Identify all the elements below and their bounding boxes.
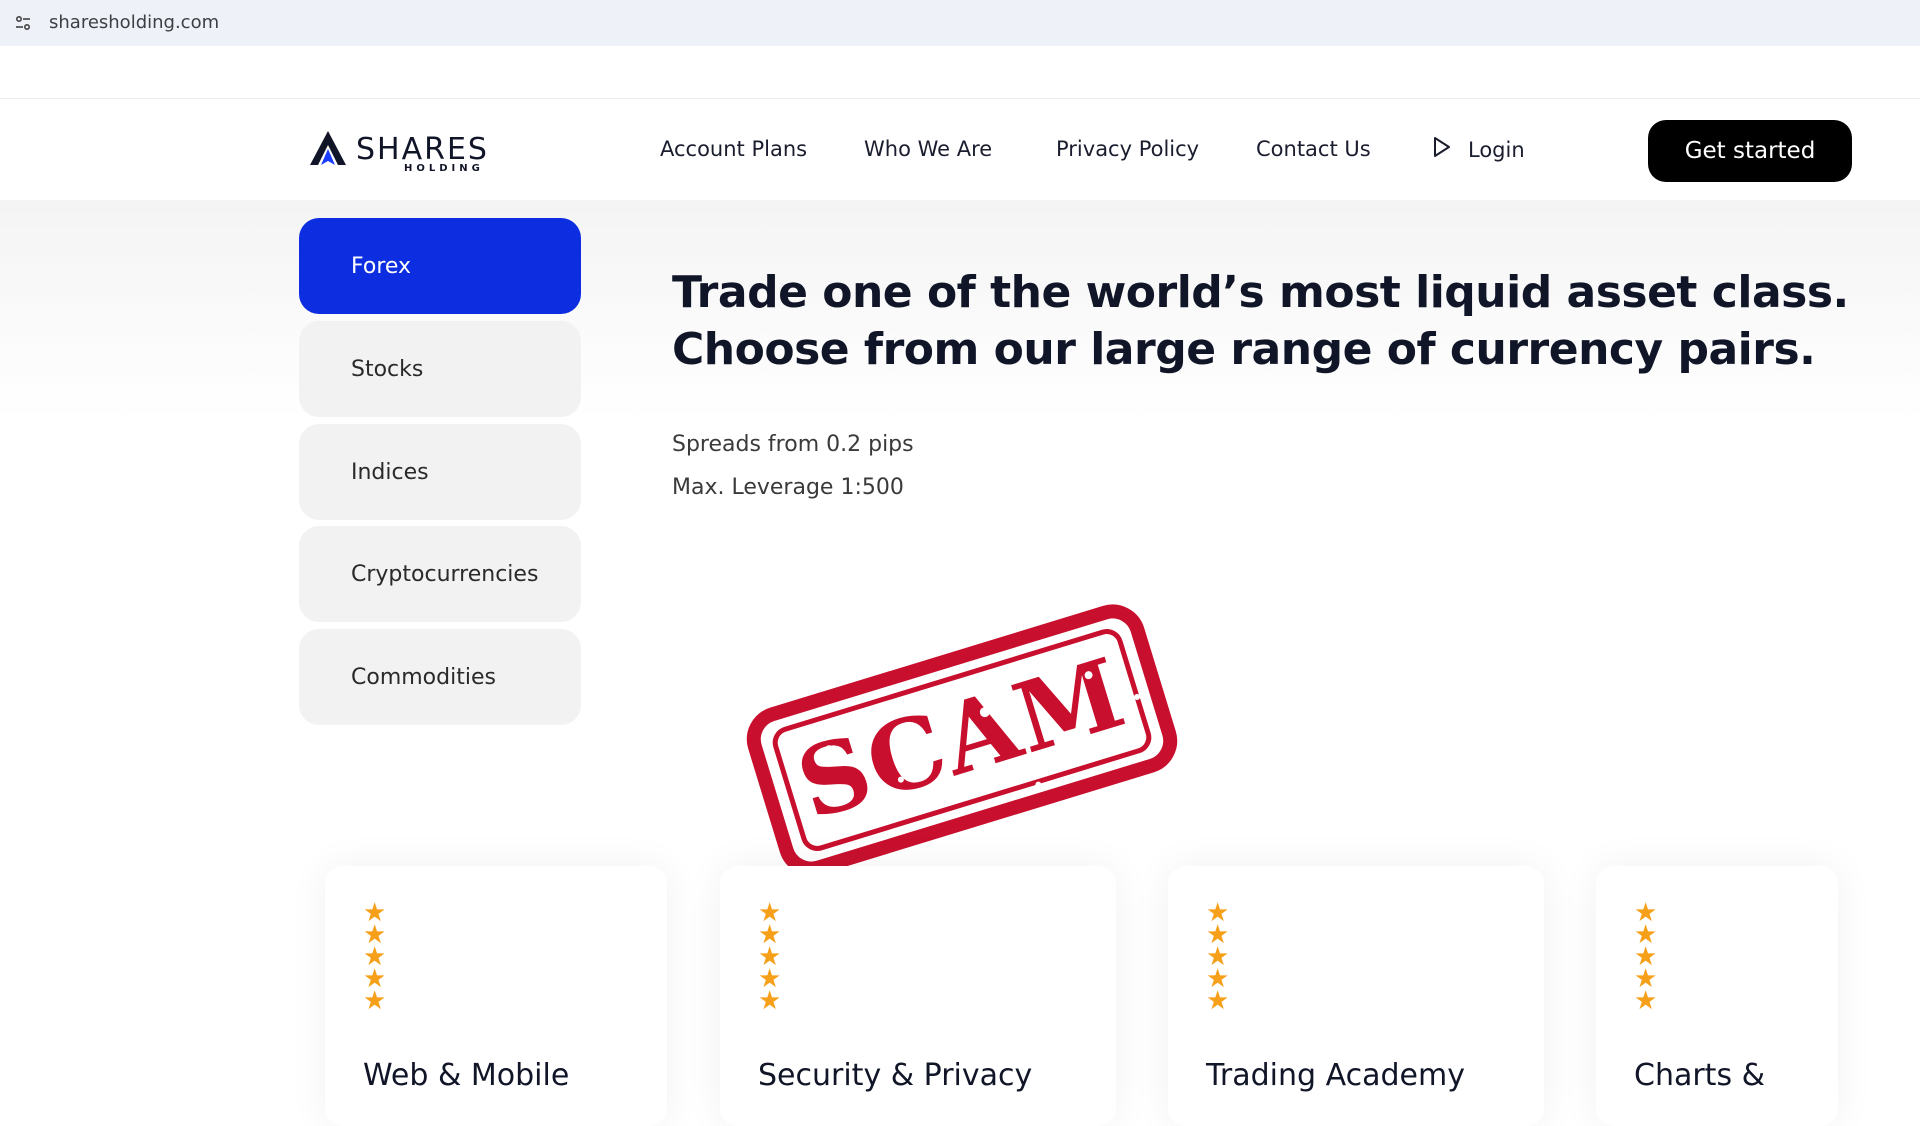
- play-outline-icon: [1432, 136, 1452, 163]
- rating-stars: ★ ★ ★ ★ ★: [1634, 900, 1658, 1016]
- svg-text:SHARES: SHARES: [356, 132, 489, 167]
- category-cryptocurrencies[interactable]: Cryptocurrencies: [299, 526, 581, 622]
- category-indices[interactable]: Indices: [299, 424, 581, 520]
- url-text[interactable]: sharesholding.com: [49, 12, 219, 33]
- nav-who-we-are[interactable]: Who We Are: [864, 137, 992, 161]
- rating-stars: ★ ★ ★ ★ ★: [758, 900, 782, 1016]
- tune-icon[interactable]: [10, 10, 36, 36]
- feature-card-security-privacy[interactable]: ★ ★ ★ ★ ★ Security & Privacy: [720, 866, 1116, 1126]
- card-title: Web & Mobile: [363, 1058, 570, 1093]
- leverage-detail: Max. Leverage 1:500: [672, 475, 904, 500]
- card-title: Trading Academy: [1206, 1058, 1465, 1093]
- login-label: Login: [1468, 137, 1525, 162]
- star-icon: ★: [363, 986, 387, 1016]
- login-link[interactable]: Login: [1432, 136, 1525, 163]
- rating-stars: ★ ★ ★ ★ ★: [1206, 900, 1230, 1016]
- rating-stars: ★ ★ ★ ★ ★: [363, 900, 387, 1016]
- svg-text:SCAM: SCAM: [785, 636, 1138, 842]
- category-commodities[interactable]: Commodities: [299, 629, 581, 725]
- spread-detail: Spreads from 0.2 pips: [672, 432, 914, 457]
- nav-privacy-policy[interactable]: Privacy Policy: [1056, 137, 1199, 161]
- site-header: SHARES HOLDING Account Plans Who We Are …: [0, 98, 1920, 200]
- star-icon: ★: [1634, 986, 1658, 1016]
- star-icon: ★: [758, 986, 782, 1016]
- nav-contact-us[interactable]: Contact Us: [1256, 137, 1371, 161]
- category-forex[interactable]: Forex: [299, 218, 581, 314]
- get-started-button[interactable]: Get started: [1648, 120, 1852, 182]
- browser-address-bar: sharesholding.com: [0, 0, 1920, 46]
- card-title: Security & Privacy: [758, 1058, 1033, 1093]
- site-logo[interactable]: SHARES HOLDING: [308, 125, 548, 174]
- nav-account-plans[interactable]: Account Plans: [660, 137, 807, 161]
- feature-card-web-mobile[interactable]: ★ ★ ★ ★ ★ Web & Mobile: [325, 866, 667, 1126]
- svg-text:HOLDING: HOLDING: [404, 163, 484, 173]
- category-stocks[interactable]: Stocks: [299, 321, 581, 417]
- card-title: Charts &: [1634, 1058, 1766, 1093]
- scam-stamp: SCAM: [742, 600, 1182, 880]
- feature-card-trading-academy[interactable]: ★ ★ ★ ★ ★ Trading Academy: [1168, 866, 1544, 1126]
- main-content: Forex Stocks Indices Cryptocurrencies Co…: [0, 200, 1920, 1126]
- star-icon: ★: [1206, 986, 1230, 1016]
- feature-card-charts[interactable]: ★ ★ ★ ★ ★ Charts &: [1596, 866, 1838, 1126]
- page-headline: Trade one of the world’s most liquid ass…: [672, 267, 1849, 375]
